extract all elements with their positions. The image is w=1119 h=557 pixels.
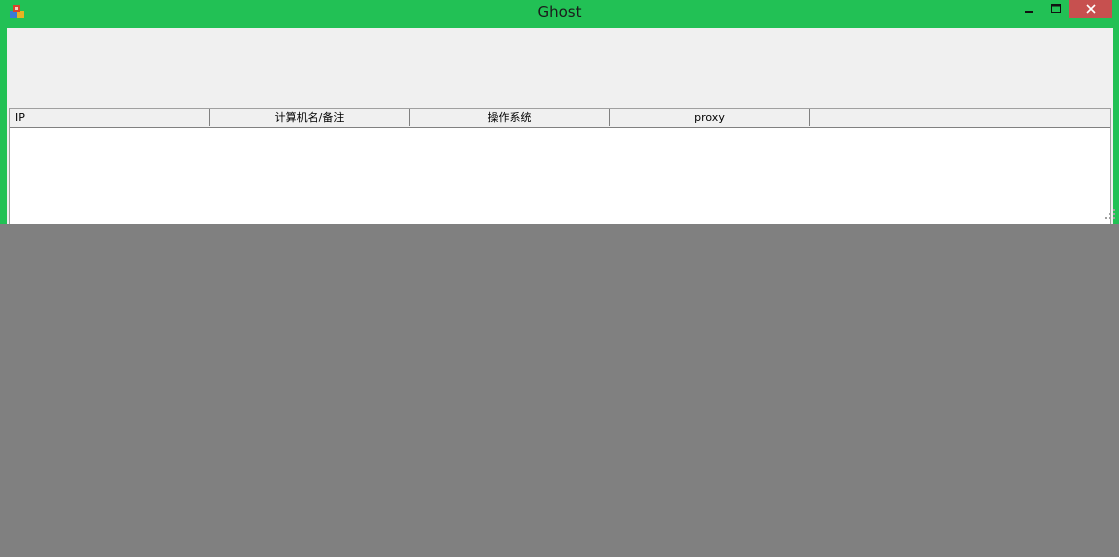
column-header-computer-name[interactable]: 计算机名/备注 — [210, 109, 410, 126]
close-icon — [1085, 4, 1096, 14]
minimize-button[interactable] — [1018, 0, 1040, 18]
host-list[interactable]: IP 计算机名/备注 操作系统 proxy — [9, 108, 1111, 224]
column-header-ip[interactable]: IP — [10, 109, 210, 126]
client-area: IP 计算机名/备注 操作系统 proxy — [7, 28, 1113, 224]
list-header: IP 计算机名/备注 操作系统 proxy — [10, 109, 1110, 128]
window-title: Ghost — [537, 3, 582, 21]
minimize-icon — [1025, 11, 1033, 13]
resize-grip-icon[interactable] — [1101, 207, 1117, 223]
title-bar[interactable]: Ghost — [0, 0, 1119, 27]
close-button[interactable] — [1069, 0, 1112, 18]
maximize-button[interactable] — [1044, 0, 1068, 18]
maximize-icon — [1051, 4, 1061, 13]
column-header-filler — [810, 109, 1110, 126]
column-header-proxy[interactable]: proxy — [610, 109, 810, 126]
main-window: Ghost IP 计算机名/备注 操作系统 proxy — [0, 0, 1119, 224]
column-header-os[interactable]: 操作系统 — [410, 109, 610, 126]
